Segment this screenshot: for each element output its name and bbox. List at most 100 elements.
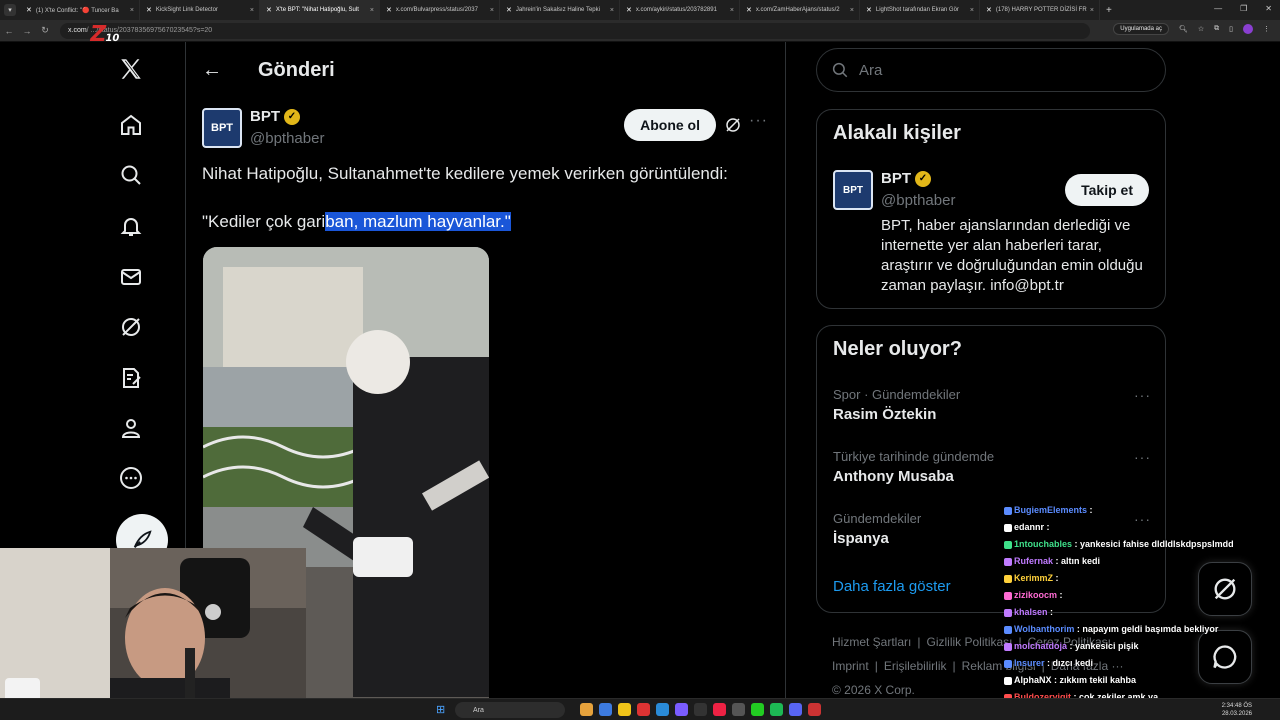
chat-username[interactable]: Wolbanthorim [1014, 624, 1074, 634]
browser-tab[interactable]: ✕ (1) X'te Conflict: "🔴 Tuncer Ba × [20, 0, 140, 20]
tab-label: (1) X'te Conflict: "🔴 Tuncer Ba [35, 7, 119, 14]
taskbar-search[interactable]: Ara [455, 702, 565, 718]
chat-username[interactable]: edannr [1014, 522, 1044, 532]
tab-close-icon[interactable]: × [970, 7, 974, 14]
profile-avatar[interactable] [1243, 24, 1253, 34]
chrome-icon[interactable] [637, 703, 650, 716]
trends-title: Neler oluyor? [833, 338, 962, 360]
back-nav-icon[interactable]: ← [0, 26, 18, 36]
author-avatar[interactable]: BPT [202, 108, 242, 148]
browser-tab[interactable]: ✕ x.com/ZamHaberAjans/status/2 × [740, 0, 860, 20]
tab-label: KickSight Link Detector [155, 7, 218, 13]
app-icon[interactable] [732, 703, 745, 716]
chat-username[interactable]: 1ntouchables [1014, 539, 1072, 549]
chat-text: yankesici pişik [1075, 641, 1139, 651]
sidebar-icon[interactable]: ▯ [1229, 25, 1233, 33]
chat-username[interactable]: khalsen [1014, 607, 1048, 617]
show-more-link[interactable]: Daha fazla göster [833, 578, 951, 595]
footer-link[interactable]: | [875, 659, 878, 673]
browser-tab[interactable]: ✕ Jahrein'in Sakalsız Haline Tepki × [500, 0, 620, 20]
app-icon[interactable] [580, 703, 593, 716]
restore-icon[interactable]: ❐ [1240, 4, 1247, 13]
chat-username[interactable]: AlphaNX [1014, 675, 1052, 685]
browser-menu-icon[interactable]: ⋮ [1263, 25, 1270, 33]
app-icon[interactable] [713, 703, 726, 716]
windows-start-icon[interactable]: ⊞ [436, 703, 445, 716]
browser-tab[interactable]: ✕ X'te BPT: "Nihat Hatipoğlu, Sult × [260, 0, 380, 20]
discord-icon[interactable] [789, 703, 802, 716]
chat-username[interactable]: Rufernak [1014, 556, 1053, 566]
tab-close-icon[interactable]: × [1090, 7, 1094, 14]
taskbar-clock[interactable]: 2:34:48 ÖS 28.03.2026 [1222, 702, 1252, 718]
tab-close-icon[interactable]: × [490, 7, 494, 14]
footer-link[interactable]: Gizlilik Politikası [926, 635, 1012, 649]
browser-tab[interactable]: ✕ (178) HARRY POTTER DİZİSİ FR × [980, 0, 1100, 20]
tab-menu-icon[interactable]: ▾ [4, 4, 16, 16]
spotify-icon[interactable] [770, 703, 783, 716]
related-handle[interactable]: @bpthaber [881, 192, 955, 209]
edge-icon[interactable] [656, 703, 669, 716]
tab-close-icon[interactable]: × [370, 7, 374, 14]
open-in-app-button[interactable]: Uygulamada aç [1113, 23, 1169, 35]
subscribe-button[interactable]: Abone ol [624, 109, 716, 141]
home-icon[interactable] [118, 112, 144, 138]
trend-category: Spor · Gündemdekiler [833, 387, 961, 402]
trend-more-icon[interactable]: ··· [1134, 387, 1151, 403]
chat-username[interactable]: zizikoocm [1014, 590, 1057, 600]
chat-username[interactable]: Insurer [1014, 658, 1045, 668]
grok-explain-icon[interactable] [724, 116, 742, 139]
more-options-icon[interactable] [118, 465, 144, 491]
tab-close-icon[interactable]: × [850, 7, 854, 14]
url-field[interactable]: x.com / .../status/2037835697567023545?s… [60, 22, 1090, 39]
footer-link[interactable]: Imprint [832, 659, 869, 673]
app-icon[interactable] [599, 703, 612, 716]
trend-more-icon[interactable]: ··· [1134, 449, 1151, 465]
footer-link[interactable]: | [917, 635, 920, 649]
grok-icon[interactable] [118, 314, 144, 340]
chat-username[interactable]: KerimmZ [1014, 573, 1053, 583]
app-icon[interactable] [751, 703, 764, 716]
messages-mail-icon[interactable] [118, 264, 144, 290]
tab-close-icon[interactable]: × [610, 7, 614, 14]
footer-link[interactable]: Hizmet Şartları [832, 635, 911, 649]
author-name[interactable]: BPT ✓ [250, 108, 300, 125]
zoom-icon[interactable]: 🔍︎ [1179, 25, 1188, 33]
browser-tab[interactable]: ✕ x.com/Bulvarpress/status/2037 × [380, 0, 500, 20]
trend-item[interactable]: Spor · Gündemdekiler Rasim Öztekin ··· [833, 387, 1151, 423]
app-icon[interactable] [694, 703, 707, 716]
browser-tab[interactable]: ✕ x.com/aykiri/status/203782891 × [620, 0, 740, 20]
new-tab-button[interactable]: + [1106, 5, 1112, 16]
tab-close-icon[interactable]: × [130, 7, 134, 14]
footer-link[interactable]: | [952, 659, 955, 673]
app-icon[interactable] [808, 703, 821, 716]
trend-item[interactable]: Türkiye tarihinde gündemde Anthony Musab… [833, 449, 1151, 485]
folder-icon[interactable] [618, 703, 631, 716]
tab-close-icon[interactable]: × [730, 7, 734, 14]
related-name[interactable]: BPT ✓ [881, 170, 931, 187]
chat-text: dızcı kedi [1052, 658, 1094, 668]
forward-nav-icon[interactable]: → [18, 26, 36, 36]
minimize-icon[interactable]: — [1214, 4, 1222, 13]
chat-username[interactable]: BugiemElements [1014, 505, 1087, 515]
back-arrow-icon[interactable]: ← [202, 59, 242, 82]
bookmark-star-icon[interactable]: ☆ [1198, 25, 1204, 33]
tab-close-icon[interactable]: × [250, 7, 254, 14]
extensions-icon[interactable]: ⧉ [1214, 25, 1219, 33]
search-icon[interactable] [118, 162, 144, 188]
reload-icon[interactable]: ↻ [36, 25, 54, 36]
chat-username[interactable]: molchatdoja [1014, 641, 1067, 651]
articles-edit-icon[interactable] [118, 365, 144, 391]
author-handle[interactable]: @bpthaber [250, 130, 324, 147]
app-icon[interactable] [675, 703, 688, 716]
browser-tab[interactable]: ✕ LightShot tarafından Ekran Gör × [860, 0, 980, 20]
x-logo-icon[interactable] [118, 56, 144, 82]
footer-link[interactable]: Erişilebilirlik [884, 659, 947, 673]
browser-tab[interactable]: ✕ KickSight Link Detector × [140, 0, 260, 20]
search-box[interactable]: Ara [816, 48, 1166, 92]
post-more-icon[interactable]: ··· [749, 112, 768, 130]
close-window-icon[interactable]: ✕ [1265, 4, 1272, 13]
profile-icon[interactable] [118, 415, 144, 441]
follow-button[interactable]: Takip et [1065, 174, 1149, 206]
related-avatar[interactable]: BPT [833, 170, 873, 210]
notifications-bell-icon[interactable] [118, 213, 144, 239]
